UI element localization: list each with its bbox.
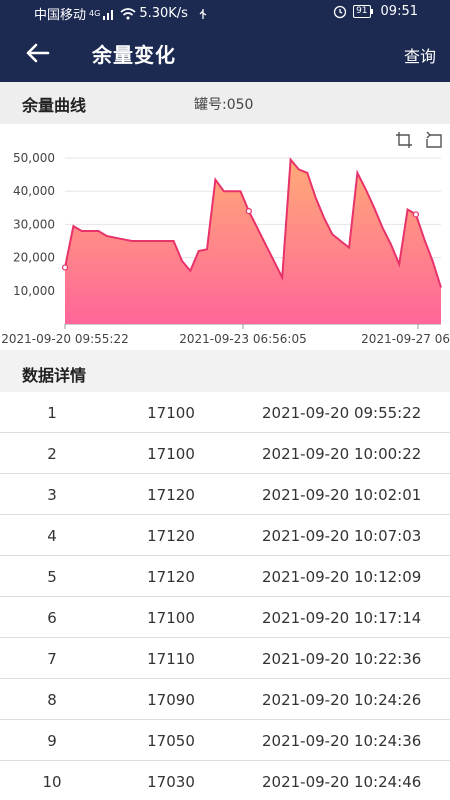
x-tick-label: 2021-09-20 09:55:22 bbox=[1, 332, 128, 346]
row-index: 9 bbox=[47, 732, 57, 750]
table-row: 6 17100 2021-09-20 10:17:14 bbox=[0, 597, 450, 638]
row-index: 4 bbox=[47, 527, 57, 545]
table-row: 8 17090 2021-09-20 10:24:26 bbox=[0, 679, 450, 720]
row-value: 17110 bbox=[147, 650, 195, 668]
row-time: 2021-09-20 10:24:26 bbox=[262, 691, 422, 709]
table-row: 4 17120 2021-09-20 10:07:03 bbox=[0, 515, 450, 556]
remaining-chart[interactable]: 10,000 20,000 30,000 40,000 50,000 2021-09-2… bbox=[0, 124, 450, 350]
y-tick-label: 40,000 bbox=[13, 184, 55, 198]
row-time: 2021-09-20 10:00:22 bbox=[262, 445, 422, 463]
status-time: 09:51 bbox=[380, 4, 418, 19]
y-tick-label: 30,000 bbox=[13, 217, 55, 231]
row-time: 2021-09-20 10:12:09 bbox=[262, 568, 422, 586]
details-table: 1 17100 2021-09-20 09:55:22 2 17100 2021-09-2… bbox=[0, 392, 450, 800]
data-point[interactable] bbox=[412, 211, 420, 218]
table-row: 3 17120 2021-09-20 10:02:01 bbox=[0, 474, 450, 515]
row-index: 2 bbox=[47, 445, 57, 463]
row-time: 2021-09-20 10:24:46 bbox=[262, 773, 422, 791]
row-value: 17100 bbox=[147, 609, 195, 627]
status-left: 中国移动 4G 5.30K/s bbox=[34, 4, 209, 23]
chart-subheader: 余量曲线 罐号:050 bbox=[0, 82, 450, 124]
alarm-icon bbox=[333, 5, 347, 18]
row-time: 2021-09-20 09:55:22 bbox=[262, 404, 422, 422]
row-value: 17100 bbox=[147, 445, 195, 463]
row-value: 17120 bbox=[147, 486, 195, 504]
details-title: 数据详情 bbox=[22, 366, 87, 385]
row-index: 8 bbox=[47, 691, 57, 709]
table-row: 7 17110 2021-09-20 10:22:36 bbox=[0, 638, 450, 679]
y-tick-label: 50,000 bbox=[13, 151, 55, 165]
row-value: 17120 bbox=[147, 568, 195, 586]
table-row: 1 17100 2021-09-20 09:55:22 bbox=[0, 392, 450, 433]
tank-number: 罐号:050 bbox=[194, 97, 254, 113]
row-value: 17120 bbox=[147, 527, 195, 545]
details-section-header: 数据详情 bbox=[0, 350, 450, 392]
chart-toolbox bbox=[394, 130, 444, 150]
nav-bar: 余量变化 查询 bbox=[0, 26, 450, 82]
app-header: 中国移动 4G 5.30K/s 91 09:51 余量变化 查询 bbox=[0, 0, 450, 82]
data-point[interactable] bbox=[61, 264, 69, 271]
page-title: 余量变化 bbox=[92, 43, 176, 67]
table-row: 9 17050 2021-09-20 10:24:36 bbox=[0, 720, 450, 761]
crop-zoom-icon[interactable] bbox=[394, 130, 414, 150]
row-value: 17030 bbox=[147, 773, 195, 791]
chart-section-title: 余量曲线 bbox=[22, 96, 87, 115]
row-index: 1 bbox=[47, 404, 57, 422]
x-tick-label: 2021-09-23 06:56:05 bbox=[179, 332, 306, 346]
row-index: 7 bbox=[47, 650, 57, 668]
query-button[interactable]: 查询 bbox=[404, 43, 436, 67]
wifi-icon bbox=[120, 7, 136, 19]
row-index: 3 bbox=[47, 486, 57, 504]
row-time: 2021-09-20 10:22:36 bbox=[262, 650, 422, 668]
battery-icon: 91 bbox=[353, 5, 374, 18]
status-right: 91 09:51 bbox=[333, 4, 418, 19]
status-bar: 中国移动 4G 5.30K/s 91 09:51 bbox=[0, 0, 450, 26]
chart-panel: 10,000 20,000 30,000 40,000 50,000 2021-09-2… bbox=[0, 124, 450, 350]
row-time: 2021-09-20 10:07:03 bbox=[262, 527, 422, 545]
restore-icon[interactable] bbox=[424, 130, 444, 150]
row-value: 17100 bbox=[147, 404, 195, 422]
row-value: 17090 bbox=[147, 691, 195, 709]
carrier-name: 中国移动 bbox=[34, 8, 87, 23]
table-row: 5 17120 2021-09-20 10:12:09 bbox=[0, 556, 450, 597]
network-speed: 5.30K/s bbox=[139, 6, 188, 21]
series-area bbox=[65, 159, 441, 324]
table-row: 10 17030 2021-09-20 10:24:46 bbox=[0, 761, 450, 800]
y-tick-label: 20,000 bbox=[13, 251, 55, 265]
table-row: 2 17100 2021-09-20 10:00:22 bbox=[0, 433, 450, 474]
row-time: 2021-09-20 10:02:01 bbox=[262, 486, 422, 504]
row-index: 5 bbox=[47, 568, 57, 586]
network-type: 4G bbox=[89, 9, 101, 18]
row-time: 2021-09-20 10:17:14 bbox=[262, 609, 422, 627]
signal-icon bbox=[103, 9, 114, 20]
row-index: 6 bbox=[47, 609, 57, 627]
arrow-left-icon[interactable] bbox=[22, 38, 52, 68]
row-index: 10 bbox=[42, 773, 62, 791]
row-time: 2021-09-20 10:24:36 bbox=[262, 732, 422, 750]
y-tick-label: 10,000 bbox=[13, 284, 55, 298]
x-tick-label: 2021-09-27 06 bbox=[361, 332, 450, 346]
usb-icon bbox=[199, 8, 207, 19]
row-value: 17050 bbox=[147, 732, 195, 750]
data-point[interactable] bbox=[245, 208, 252, 215]
